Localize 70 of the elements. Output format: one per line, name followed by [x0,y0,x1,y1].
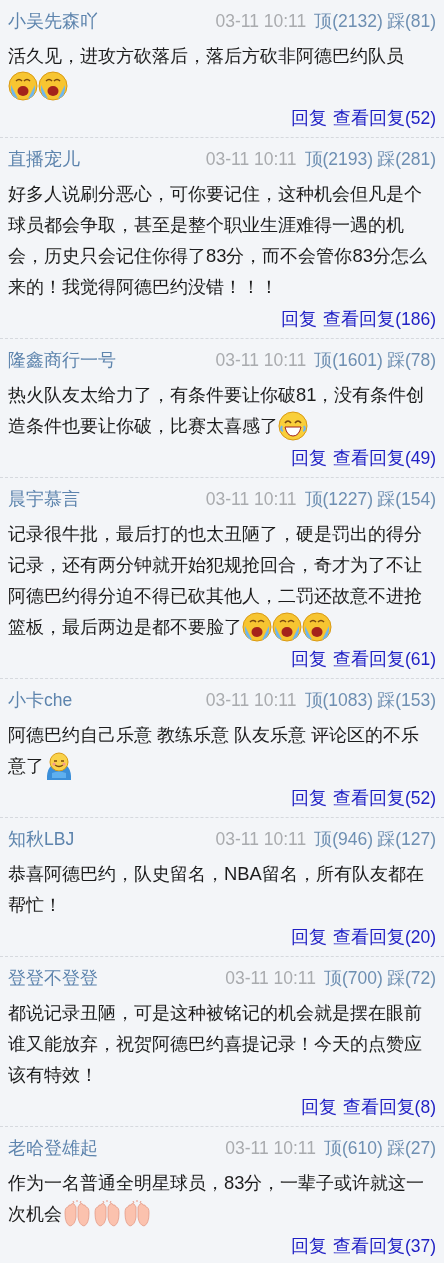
timestamp: 03-11 10:11 [215,10,307,33]
reply-link[interactable]: 回复 [290,783,327,813]
comment-text: 篮板，最后两边是都不要脸了 [8,615,242,639]
crying-face-icon [302,611,332,642]
view-replies-link[interactable]: 查看回复(61) [332,644,436,674]
username[interactable]: 隆鑫商行一号 [8,345,216,375]
comment-text: 次机会 [8,1202,62,1226]
reply-link[interactable]: 回复 [290,443,327,473]
username[interactable]: 登登不登登 [8,963,226,993]
laughing-face-icon [278,410,308,441]
clapping-hands-icon [122,1198,152,1229]
timestamp: 03-11 10:11 [205,488,297,511]
comment-text: 记录很牛批，最后打的也太丑陋了，硬是罚出的得分记录，还有两分钟就开始犯规抢回合，奇才为了不让阿德巴约得分迫不得已砍其他人，二罚还故意不进抢 [8,522,423,608]
view-replies-link[interactable]: 查看回复(8) [342,1092,436,1122]
username[interactable]: 小吴先森吖 [8,6,216,36]
downvote-link[interactable]: 踩(127) [377,824,436,854]
downvote-link[interactable]: 踩(154) [377,484,436,514]
upvote-link[interactable]: 顶(1227) [304,484,374,514]
reply-link[interactable]: 回复 [281,304,318,334]
view-replies-link[interactable]: 查看回复(20) [332,922,436,952]
comment-text: 阿德巴约自己乐意 教练乐意 队友乐意 评论区的不乐 [8,723,421,747]
comment-text: 都说记录丑陋，可是这种被铭记的机会就是摆在眼前谁又能放弃，祝贺阿德巴约喜提记录！今天的点赞应该有特效！ [8,1001,423,1087]
comment-text: 意了 [8,754,44,778]
reply-link[interactable]: 回复 [290,644,327,674]
reply-link[interactable]: 回复 [290,1231,327,1261]
upvote-link[interactable]: 顶(700) [324,963,383,993]
comment-text: 作为一名普通全明星球员，83分，一辈子或许就这一 [8,1171,426,1195]
view-replies-link[interactable]: 查看回复(52) [332,103,436,133]
downvote-link[interactable]: 踩(81) [386,6,436,36]
crying-face-icon [272,611,302,642]
timestamp: 03-11 10:11 [225,967,316,990]
downvote-link[interactable]: 踩(72) [386,963,436,993]
reply-link[interactable]: 回复 [290,103,327,133]
timestamp: 03-11 10:11 [215,349,307,372]
upvote-link[interactable]: 顶(946) [314,824,374,854]
downvote-link[interactable]: 踩(78) [386,345,436,375]
downvote-link[interactable]: 踩(27) [386,1133,436,1163]
username[interactable]: 小卡che [8,685,206,715]
clapping-hands-icon [92,1198,122,1229]
timestamp: 03-11 10:11 [225,1137,316,1160]
username[interactable]: 知秋LBJ [8,824,216,854]
comment-text: 造条件也要让你破，比赛太喜感了 [8,414,278,438]
timestamp: 03-11 10:11 [215,828,307,851]
crying-face-icon [38,71,68,101]
clapping-hands-icon [62,1198,92,1229]
comment-text: 恭喜阿德巴约，队史留名，NBA留名，所有队友都在帮忙！ [8,862,425,917]
timestamp: 03-11 10:11 [205,689,297,712]
upvote-link[interactable]: 顶(1083) [304,685,374,715]
username[interactable]: 晨宇慕言 [8,484,206,514]
upvote-link[interactable]: 顶(1601) [314,345,383,375]
smiling-wrapped-face-icon [44,750,74,781]
crying-face-icon [8,71,38,101]
downvote-link[interactable]: 踩(153) [377,685,436,715]
view-replies-link[interactable]: 查看回复(37) [332,1231,436,1261]
view-replies-link[interactable]: 查看回复(186) [323,304,436,334]
upvote-link[interactable]: 顶(610) [324,1133,383,1163]
timestamp: 03-11 10:11 [205,148,297,171]
upvote-link[interactable]: 顶(2193) [304,144,374,174]
upvote-link[interactable]: 顶(2132) [314,6,383,36]
username[interactable]: 直播宠儿 [8,144,206,174]
reply-link[interactable]: 回复 [300,1092,337,1122]
comment-text: 好多人说刷分恶心，可你要记住，这种机会但凡是个球员都会争取，甚至是整个职业生涯难得一遇的机会，历史只会记住你得了83分，而不会管你83分怎么来的！我觉得阿德巴约没错！！！ [8,182,428,299]
username[interactable]: 老哈登雄起 [8,1133,226,1163]
comment-text: 活久见，进攻方砍落后，落后方砍非阿德巴约队员 [8,44,405,68]
view-replies-link[interactable]: 查看回复(49) [332,443,436,473]
reply-link[interactable]: 回复 [290,922,327,952]
crying-face-icon [242,611,272,642]
downvote-link[interactable]: 踩(281) [377,144,436,174]
comment-text: 热火队友太给力了，有条件要让你破81，没有条件创 [8,383,426,407]
view-replies-link[interactable]: 查看回复(52) [332,783,436,813]
